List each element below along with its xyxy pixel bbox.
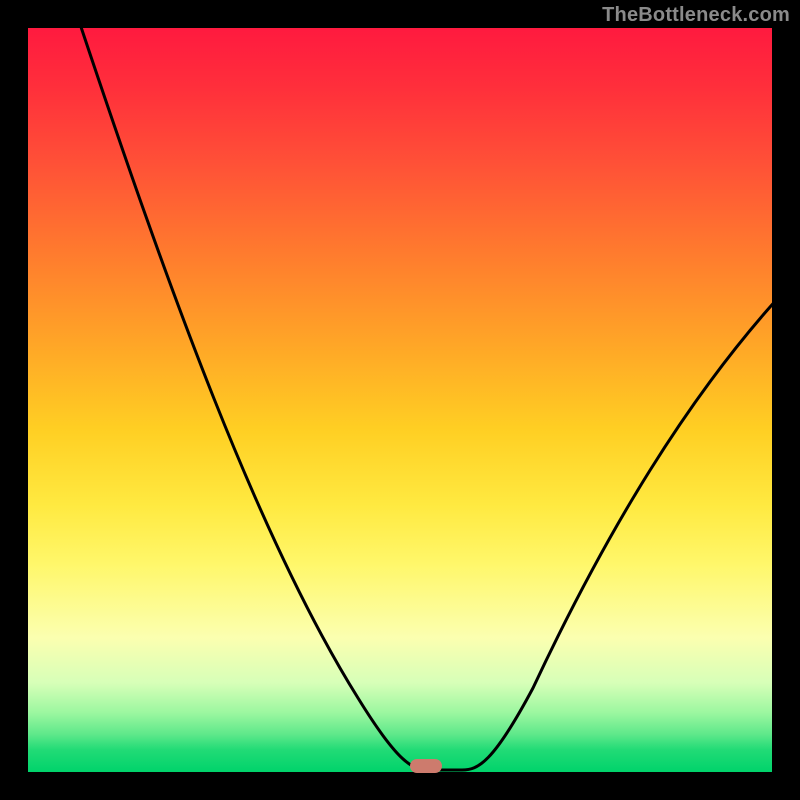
gradient-plot-area (28, 28, 772, 772)
optimal-marker (410, 759, 442, 773)
watermark-text: TheBottleneck.com (602, 4, 790, 27)
curve-path (78, 28, 772, 770)
outer-frame: TheBottleneck.com (0, 0, 800, 800)
bottleneck-curve (28, 28, 772, 772)
